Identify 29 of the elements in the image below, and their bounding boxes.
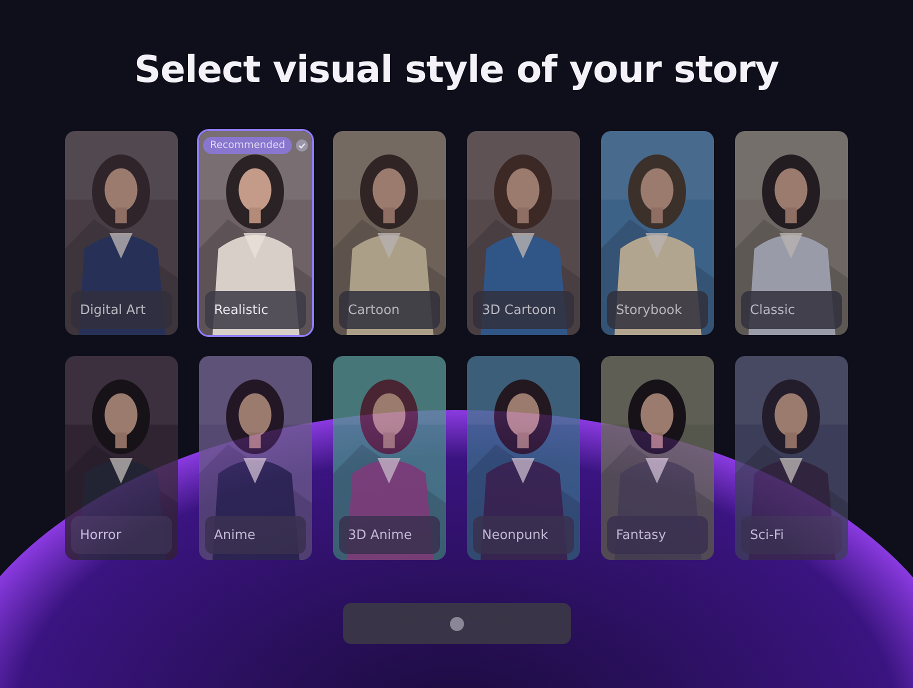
style-card[interactable]: Anime [197, 354, 314, 562]
loading-icon [448, 616, 464, 632]
style-label: 3D Anime [339, 516, 440, 554]
style-label: Anime [205, 516, 306, 554]
style-label: Realistic [205, 291, 306, 329]
style-card[interactable]: Recommended Realistic [197, 129, 314, 337]
style-card[interactable]: Horror [63, 354, 180, 562]
style-label: Neonpunk [473, 516, 574, 554]
page-title: Select visual style of your story [134, 48, 779, 91]
style-label: Fantasy [607, 516, 708, 554]
style-card[interactable]: Storybook [599, 129, 716, 337]
continue-button[interactable] [342, 603, 570, 644]
style-label: Cartoon [339, 291, 440, 329]
style-card[interactable]: 3D Cartoon [465, 129, 582, 337]
style-card[interactable]: Classic [733, 129, 850, 337]
style-label: Digital Art [71, 291, 172, 329]
style-label: Classic [741, 291, 842, 329]
style-label: Sci-Fi [741, 516, 842, 554]
check-icon [296, 139, 308, 152]
style-card[interactable]: Digital Art [63, 129, 180, 337]
style-card[interactable]: Fantasy [599, 354, 716, 562]
style-label: Storybook [607, 291, 708, 329]
style-card[interactable]: Cartoon [331, 129, 448, 337]
style-card[interactable]: Neonpunk [465, 354, 582, 562]
style-card[interactable]: 3D Anime [331, 354, 448, 562]
style-label: 3D Cartoon [473, 291, 574, 329]
recommended-badge: Recommended [203, 137, 292, 154]
style-card[interactable]: Sci-Fi [733, 354, 850, 562]
style-label: Horror [71, 516, 172, 554]
